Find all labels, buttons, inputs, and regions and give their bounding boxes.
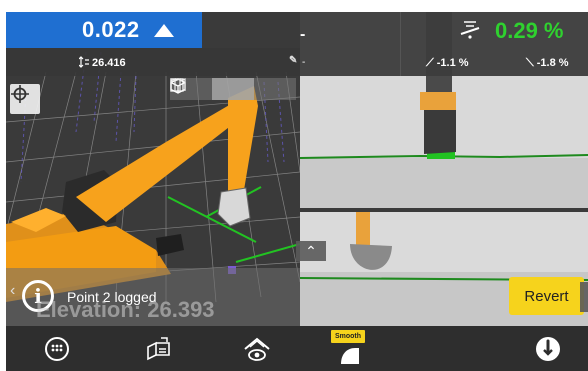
3d-view[interactable]: 0.022 26.416 ✎ i Point 2 logged Elevatio… xyxy=(6,12,300,326)
collapse-panel-button[interactable]: ⌃ xyxy=(296,241,326,261)
cross-slope-percent: 0.29 % xyxy=(495,18,564,43)
bucket-smooth-button[interactable] xyxy=(334,342,366,370)
cross-slope-icon xyxy=(460,21,480,39)
menu-icon xyxy=(45,337,69,361)
profile-view-button[interactable] xyxy=(170,78,296,100)
right-slope-value: -1.8 % xyxy=(536,57,569,69)
chevron-left-icon[interactable]: ‹ xyxy=(10,282,15,300)
pen-icon: ✎ xyxy=(289,55,298,66)
elevation-icon xyxy=(79,56,89,68)
crosshair-icon xyxy=(11,85,29,103)
revert-button[interactable]: Revert xyxy=(509,277,584,315)
alert-icon xyxy=(536,337,560,361)
machine-guidance-screen: 0.022 26.416 ✎ i Point 2 logged Elevatio… xyxy=(6,12,588,371)
right-edge-handle[interactable] xyxy=(580,282,588,312)
right-side-dash: - xyxy=(300,26,306,43)
design-button[interactable] xyxy=(142,332,176,366)
cross-slope-panel: - - 0.29 % ⟋ -1.1 % ⟍ -1.8 % xyxy=(300,12,588,76)
alert-button[interactable] xyxy=(533,332,563,366)
elevation-overlay-text: Elevation: 26.393 xyxy=(36,297,215,322)
3d-view-button[interactable] xyxy=(170,78,254,100)
machine-view-button[interactable] xyxy=(240,332,274,366)
left-slope: ⟋ -1.1 % xyxy=(426,57,469,69)
right-slope: ⟍ -1.8 % xyxy=(526,57,569,69)
menu-button[interactable] xyxy=(40,332,74,366)
app-frame: 0.022 26.416 ✎ i Point 2 logged Elevatio… xyxy=(0,0,588,371)
up-arrow-icon xyxy=(153,23,174,37)
panel-divider xyxy=(400,12,401,76)
machine-view-icon xyxy=(244,337,270,361)
grade-indicator: 0.022 xyxy=(6,12,202,48)
profile-view-icon xyxy=(170,78,186,91)
left-slope-value: -1.1 % xyxy=(436,57,469,69)
bottom-toolbar: Smooth xyxy=(6,326,588,371)
bucket-icon xyxy=(341,348,359,364)
design-icon xyxy=(147,337,170,361)
target-button[interactable] xyxy=(10,84,40,114)
elevation-value: 26.416 xyxy=(92,57,126,69)
view-mode-toggles xyxy=(170,78,296,100)
elevation-reading-bar: 26.416 ✎ xyxy=(6,48,300,76)
grade-value: 0.022 xyxy=(82,17,140,42)
left-edge-dash: - xyxy=(302,57,306,68)
